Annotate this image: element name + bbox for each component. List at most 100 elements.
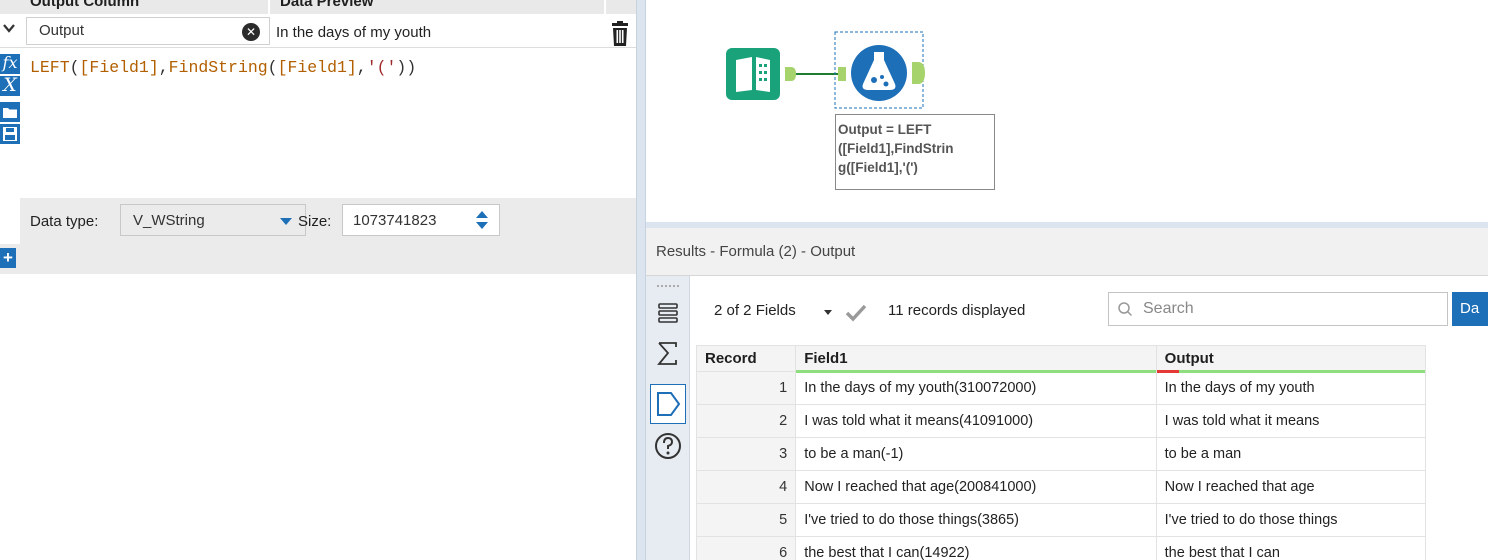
formula-config-panel: Output Column Data Preview Output ✕ In t…: [0, 0, 636, 560]
field1-cell[interactable]: Now I reached that age(200841000): [795, 470, 1157, 504]
input-anchor-icon[interactable]: [838, 67, 846, 81]
chevron-down-icon[interactable]: [824, 310, 832, 315]
field-quality-bar: [1156, 370, 1425, 373]
table-row[interactable]: 3 to be a man(-1) to be a man: [695, 437, 1427, 471]
output-column-header: Output Column: [0, 0, 268, 14]
output-cell[interactable]: I've tried to do those things: [1155, 503, 1427, 537]
collapse-chevron-icon[interactable]: [2, 21, 16, 35]
expression-row: Output ✕ In the days of my youth: [0, 14, 636, 48]
expr-token: (: [69, 58, 80, 77]
tool-annotation-line: ([Field1],FindStrin: [838, 141, 954, 156]
field1-cell[interactable]: the best that I can(14922): [795, 536, 1157, 560]
output-column-field[interactable]: Output: [26, 17, 270, 45]
table-view-icon[interactable]: [652, 298, 684, 330]
results-window: Results - Formula (2) - Output 2 of 2 Fi…: [646, 228, 1488, 560]
expr-token: ,: [158, 58, 169, 77]
spinner-icon[interactable]: [470, 206, 494, 234]
results-title: Results - Formula (2) - Output: [656, 243, 856, 260]
field1-cell[interactable]: I've tried to do those things(3865): [795, 503, 1157, 537]
data-button[interactable]: Da: [1452, 292, 1488, 326]
tool-annotation-line: Output = LEFT: [838, 122, 932, 137]
data-preview-header: Data Preview: [270, 0, 604, 14]
field-quality-bar: [796, 370, 1156, 373]
table-header-row: Record Field1 Output: [695, 345, 1427, 373]
column-header-label: Field1: [804, 350, 848, 367]
record-cell[interactable]: 3: [695, 437, 797, 471]
output-column-header-label: Output Column: [30, 0, 140, 10]
help-icon[interactable]: [652, 430, 684, 462]
field1-cell[interactable]: In the days of my youth(310072000): [795, 371, 1157, 405]
open-folder-icon[interactable]: [0, 102, 20, 122]
table-row[interactable]: 2I was told what it means(41091000) I was…: [695, 404, 1427, 438]
output-cell[interactable]: I was told what it means: [1155, 404, 1427, 438]
search-placeholder: Search: [1143, 300, 1194, 317]
expression-sidebar: fx X: [0, 48, 20, 198]
record-cell[interactable]: 4: [695, 470, 797, 504]
data-type-label: Data type:: [30, 213, 99, 230]
sum-icon[interactable]: [652, 338, 684, 370]
header-spacer: [606, 0, 636, 14]
fields-selector[interactable]: 2 of 2 Fields: [714, 302, 796, 319]
tag-icon[interactable]: [651, 385, 685, 423]
active-tool-frame: [650, 384, 686, 424]
field1-cell[interactable]: to be a man(-1): [795, 437, 1157, 471]
expr-token: [Field1]: [79, 58, 159, 77]
workflow-canvas[interactable]: Output = LEFT ([Field1],FindStrin g([Fie…: [646, 0, 1488, 222]
vertical-splitter[interactable]: [636, 0, 646, 560]
add-expression-button[interactable]: +: [0, 248, 16, 268]
results-table: Record Field1 Output 1 In the days of my …: [695, 345, 1427, 560]
data-type-select[interactable]: V_WString: [120, 204, 306, 236]
expr-token: [Field1]: [277, 58, 357, 77]
search-input[interactable]: Search: [1108, 292, 1448, 326]
output-anchor-icon[interactable]: [785, 67, 796, 81]
clear-icon[interactable]: ✕: [242, 23, 260, 41]
record-cell[interactable]: 1: [695, 371, 797, 405]
trash-icon[interactable]: [608, 20, 632, 48]
expr-token: '(': [366, 58, 397, 77]
field1-cell[interactable]: I was told what it means(41091000): [795, 404, 1157, 438]
column-header-output[interactable]: Output: [1155, 345, 1427, 373]
output-cell[interactable]: In the days of my youth: [1155, 371, 1427, 405]
column-header-record[interactable]: Record: [695, 345, 797, 372]
output-anchor-icon[interactable]: [912, 62, 925, 84]
expression-editor[interactable]: LEFT([Field1],FindString([Field1],'(')): [30, 58, 416, 77]
data-preview-value: In the days of my youth: [276, 24, 432, 41]
dropdown-arrow-icon[interactable]: [280, 218, 292, 225]
save-icon[interactable]: [0, 124, 20, 144]
field-quality-bar-red: [1156, 370, 1179, 373]
output-cell[interactable]: the best that I can: [1155, 536, 1427, 560]
workflow-drawing: [726, 31, 925, 109]
search-icon: [1118, 302, 1133, 317]
formula-tool-icon[interactable]: [851, 45, 907, 101]
table-row[interactable]: 4 Now I reached that age(200841000) Now I …: [695, 470, 1427, 504]
expr-token: ,: [356, 58, 367, 77]
data-type-bar: Data type: V_WString Size: 1073741823: [20, 198, 636, 244]
record-cell[interactable]: 6: [695, 536, 797, 560]
data-preview-header-label: Data Preview: [280, 0, 374, 10]
output-cell[interactable]: to be a man: [1155, 437, 1427, 471]
column-header-label: Output: [1164, 350, 1214, 367]
column-header-label: Record: [705, 350, 757, 367]
variable-icon[interactable]: X: [0, 76, 20, 96]
table-row[interactable]: 6 the best that I can(14922) the best that…: [695, 536, 1427, 560]
table-row[interactable]: 5 I've tried to do those things(3865) I've…: [695, 503, 1427, 537]
check-icon[interactable]: [844, 300, 868, 324]
record-cell[interactable]: 5: [695, 503, 797, 537]
results-title-bar: Results - Formula (2) - Output: [646, 228, 1488, 276]
function-icon[interactable]: fx: [0, 54, 20, 74]
records-displayed: 11 records displayed: [888, 302, 1026, 319]
record-cell[interactable]: 2: [695, 404, 797, 438]
size-label: Size:: [298, 213, 332, 230]
drag-grip-icon[interactable]: [652, 282, 684, 290]
tool-annotation-box: Output = LEFT ([Field1],FindStrin g([Fie…: [835, 114, 995, 190]
tool-annotation-line: g([Field1],'('): [838, 160, 918, 175]
expr-token: )): [396, 58, 417, 77]
column-header-field1[interactable]: Field1: [795, 345, 1157, 373]
input-data-tool-icon[interactable]: [726, 48, 780, 100]
results-vertical-toolbar: [646, 276, 690, 560]
add-expression-bar: +: [0, 244, 636, 274]
expr-token: LEFT: [30, 58, 70, 77]
output-cell[interactable]: Now I reached that age: [1155, 470, 1427, 504]
table-row[interactable]: 1 In the days of my youth(310072000) In th…: [695, 371, 1427, 405]
table-body: 1 In the days of my youth(310072000) In th…: [695, 371, 1427, 560]
